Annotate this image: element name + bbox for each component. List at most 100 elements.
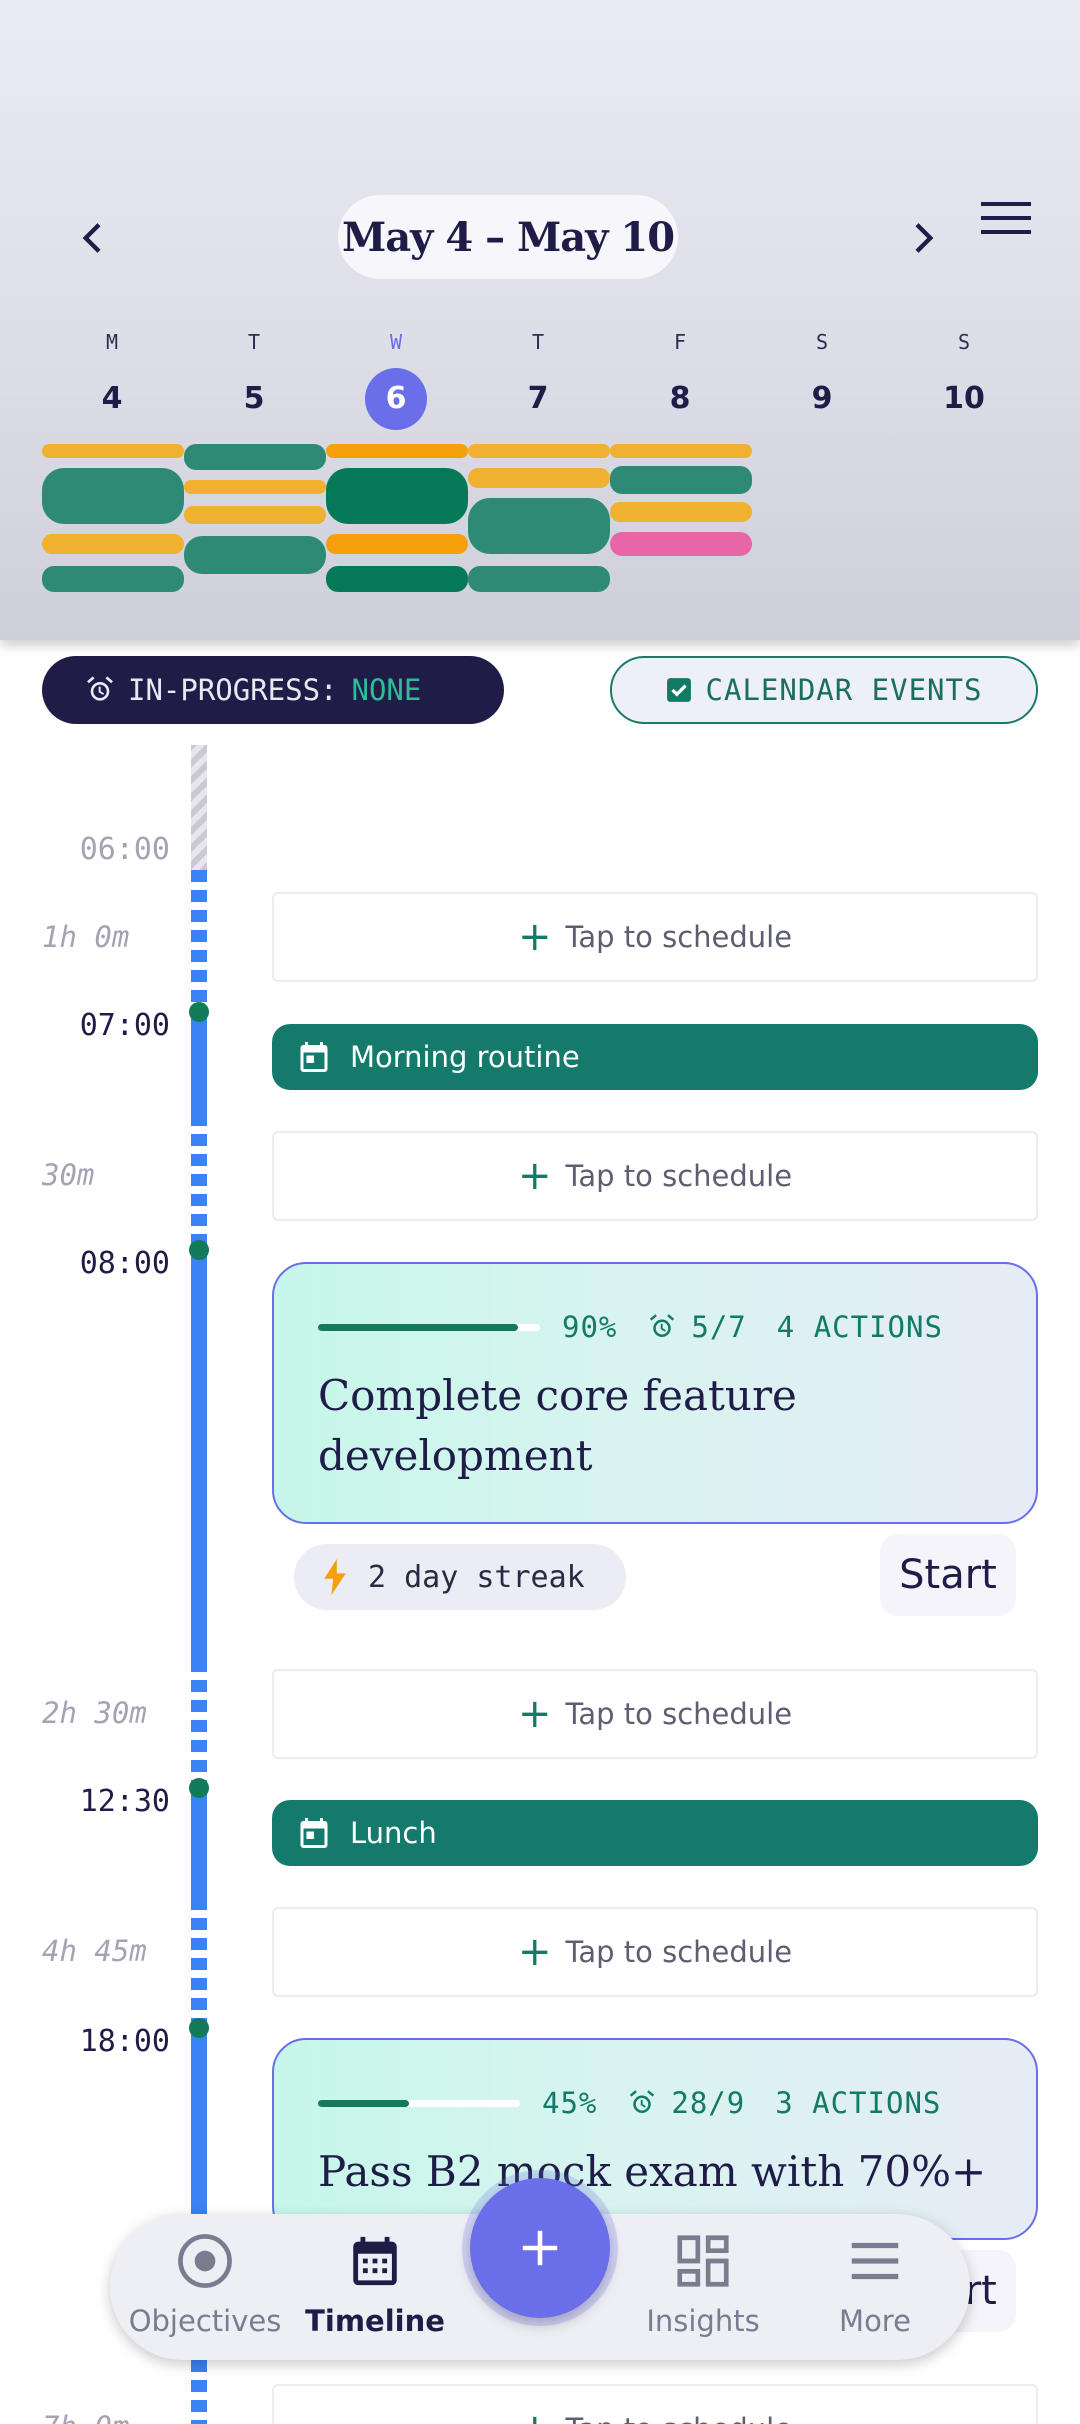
gap-duration: 7h 0m — [42, 2410, 129, 2424]
event-block[interactable] — [610, 502, 752, 522]
tap-to-schedule-slot[interactable]: + Tap to schedule — [272, 1669, 1038, 1759]
event-block[interactable] — [184, 444, 326, 470]
slot-label: Tap to schedule — [565, 1935, 793, 1969]
nav-timeline[interactable]: Timeline — [290, 2230, 460, 2350]
objective-title: Pass B2 mock exam with 70%+ — [318, 2147, 987, 2196]
event-block[interactable] — [468, 498, 610, 554]
day-letter: S — [815, 330, 829, 354]
time-label-0700: 07:00 — [79, 1008, 170, 1043]
event-block[interactable] — [326, 444, 468, 458]
event-block[interactable] — [610, 444, 752, 458]
objective-progress-fill — [318, 2099, 409, 2107]
event-block[interactable] — [326, 468, 468, 524]
day-column[interactable]: S 10 — [894, 330, 1034, 430]
objective-meta: 90% 5/7 4 ACTIONS — [318, 1310, 996, 1344]
day-number: 10 — [943, 381, 985, 416]
time-label-0800: 08:00 — [79, 1246, 170, 1281]
tap-to-schedule-slot[interactable]: + Tap to schedule — [272, 1131, 1038, 1221]
day-column[interactable]: T5 — [184, 330, 324, 430]
day-column[interactable]: M4 — [42, 330, 182, 430]
date-range-pill[interactable]: May 4 – May 10 — [338, 195, 678, 279]
day-number: 8 — [669, 381, 691, 416]
slot-label: Tap to schedule — [565, 1697, 793, 1731]
alarm-icon — [650, 1314, 675, 1337]
event-block[interactable] — [326, 534, 468, 554]
calendar-event-icon — [300, 1042, 328, 1072]
next-week-button[interactable] — [892, 208, 952, 268]
nav-objectives[interactable]: Objectives — [120, 2230, 290, 2350]
target-icon — [178, 2234, 232, 2288]
objective-meta: 45% 28/9 3 ACTIONS — [318, 2086, 996, 2120]
event-block[interactable] — [42, 566, 184, 592]
day-number: 5 — [243, 381, 265, 416]
calendar-events-chip[interactable]: CALENDAR EVENTS — [610, 656, 1038, 724]
alarm-icon — [630, 2090, 655, 2113]
objective-progress-bar — [318, 1323, 540, 1331]
objective-actions: 4 ACTIONS — [776, 1310, 943, 1344]
objective-ratio: 28/9 — [627, 2086, 745, 2120]
event-block[interactable] — [184, 480, 326, 494]
plus-icon: + — [517, 914, 552, 960]
nav-insights[interactable]: Insights — [618, 2230, 788, 2350]
ratio-text: 28/9 — [671, 2086, 746, 2120]
event-block[interactable] — [468, 444, 610, 458]
slot-label: Tap to schedule — [565, 2412, 792, 2424]
day-column[interactable]: S9 — [752, 330, 892, 430]
day-letter: S — [957, 330, 971, 354]
event-block[interactable] — [184, 536, 326, 574]
in-progress-chip[interactable]: IN-PROGRESS: NONE — [42, 656, 504, 724]
lightning-icon — [324, 1559, 346, 1595]
day-column[interactable]: W6 — [326, 330, 466, 430]
chevron-right-icon — [915, 223, 934, 253]
add-button[interactable] — [470, 2178, 610, 2318]
app-root: 06:00 1h 0m + Tap to schedule 07:00 Morn… — [0, 0, 1080, 2424]
start-button[interactable]: Start — [880, 1534, 1016, 1616]
menu-icon — [851, 2242, 899, 2280]
time-label-1800: 18:00 — [79, 2024, 170, 2059]
objective-actions: 3 ACTIONS — [775, 2086, 942, 2120]
calendar-event-lunch[interactable]: Lunch — [272, 1800, 1038, 1866]
objective-progress-text: 90% — [562, 1310, 618, 1344]
day-letter: M — [105, 330, 119, 354]
plus-icon: + — [518, 2409, 552, 2424]
streak-text: 2 day streak — [368, 1559, 585, 1595]
objective-card[interactable]: 45% 28/9 3 ACTIONS Pass B2 mock exam wit… — [272, 2038, 1038, 2240]
event-block[interactable] — [468, 566, 610, 592]
event-block[interactable] — [42, 444, 184, 458]
event-block[interactable] — [326, 566, 468, 592]
tap-to-schedule-slot[interactable]: + Tap to schedule — [272, 892, 1038, 982]
event-block[interactable] — [42, 534, 184, 554]
day-column[interactable]: T7 — [468, 330, 608, 430]
alarm-icon — [87, 676, 113, 701]
ratio-text: 5/7 — [691, 1310, 747, 1344]
event-block[interactable] — [610, 532, 752, 556]
tap-to-schedule-slot[interactable]: + Tap to schedule — [272, 2384, 1038, 2424]
event-title: Morning routine — [350, 1040, 580, 1074]
gap-duration: 30m — [42, 1158, 95, 1192]
day-letter: F — [673, 330, 687, 354]
calendar-event-icon — [300, 1818, 328, 1848]
slot-label: Tap to schedule — [565, 920, 793, 954]
day-letter: W — [389, 330, 403, 354]
event-block[interactable] — [42, 468, 184, 524]
week-header: May 4 – May 10 M 4 T 5 W 6 T 7 F 8 S 9 S 10 — [0, 0, 1080, 640]
tap-to-schedule-slot[interactable]: + Tap to schedule — [272, 1907, 1038, 1997]
day-column[interactable]: F8 — [610, 330, 750, 430]
nav-label: Objectives — [128, 2304, 282, 2338]
objective-card[interactable]: 90% 5/7 4 ACTIONS Complete core feature … — [272, 1262, 1038, 1524]
gap-duration: 1h 0m — [42, 920, 130, 954]
event-block[interactable] — [184, 506, 326, 524]
objective-progress-fill — [318, 1323, 518, 1331]
day-number: 6 — [365, 368, 427, 430]
day-letter: T — [247, 330, 261, 354]
event-block[interactable] — [610, 466, 752, 494]
previous-week-button[interactable] — [64, 208, 124, 268]
menu-button[interactable] — [976, 188, 1036, 248]
event-block[interactable] — [468, 468, 610, 488]
nav-more[interactable]: More — [790, 2230, 960, 2350]
gap-duration: 4h 45m — [42, 1934, 147, 1968]
chevron-left-icon — [82, 223, 101, 253]
nav-label: More — [839, 2304, 911, 2338]
objective-progress-text: 45% — [542, 2086, 598, 2120]
calendar-event-morning-routine[interactable]: Morning routine — [272, 1024, 1038, 1090]
